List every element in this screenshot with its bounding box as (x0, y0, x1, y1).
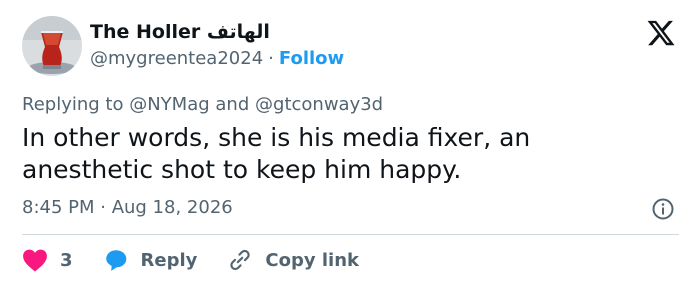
avatar[interactable] (22, 16, 82, 76)
author-handle[interactable]: @mygreentea2024 (90, 48, 263, 69)
tweet-text: In other words, she is his media fixer, … (22, 123, 531, 184)
follow-button[interactable]: Follow (279, 48, 344, 69)
author-name[interactable]: The Holler الهاتف (90, 21, 270, 43)
reply-bubble-icon (105, 250, 126, 271)
author-meta: @mygreentea2024 · Follow (90, 48, 344, 69)
separator-dot: · (268, 48, 274, 69)
x-logo-icon[interactable] (645, 18, 677, 48)
like-count: 3 (60, 249, 73, 271)
divider (22, 234, 679, 235)
info-icon[interactable] (651, 197, 675, 221)
replying-prefix: Replying to (22, 94, 124, 115)
reply-button[interactable]: Reply (103, 248, 198, 272)
replying-conjunction: and (215, 94, 250, 115)
tea-glass-avatar-icon (22, 16, 82, 76)
mention-nymag[interactable]: @NYMag (129, 94, 209, 115)
timestamp[interactable]: 8:45 PM · Aug 18, 2026 (22, 197, 233, 218)
link-icon (230, 249, 251, 271)
reply-label: Reply (140, 249, 198, 271)
action-bar: 3 Reply Copy link (22, 244, 359, 276)
copy-link-button[interactable]: Copy link (227, 247, 359, 273)
replying-to: Replying to @NYMag and @gtconway3d (22, 94, 383, 115)
heart-icon (23, 249, 47, 272)
mention-gtconway3d[interactable]: @gtconway3d (255, 94, 383, 115)
like-button[interactable]: 3 (22, 248, 73, 272)
copy-link-label: Copy link (265, 249, 359, 271)
